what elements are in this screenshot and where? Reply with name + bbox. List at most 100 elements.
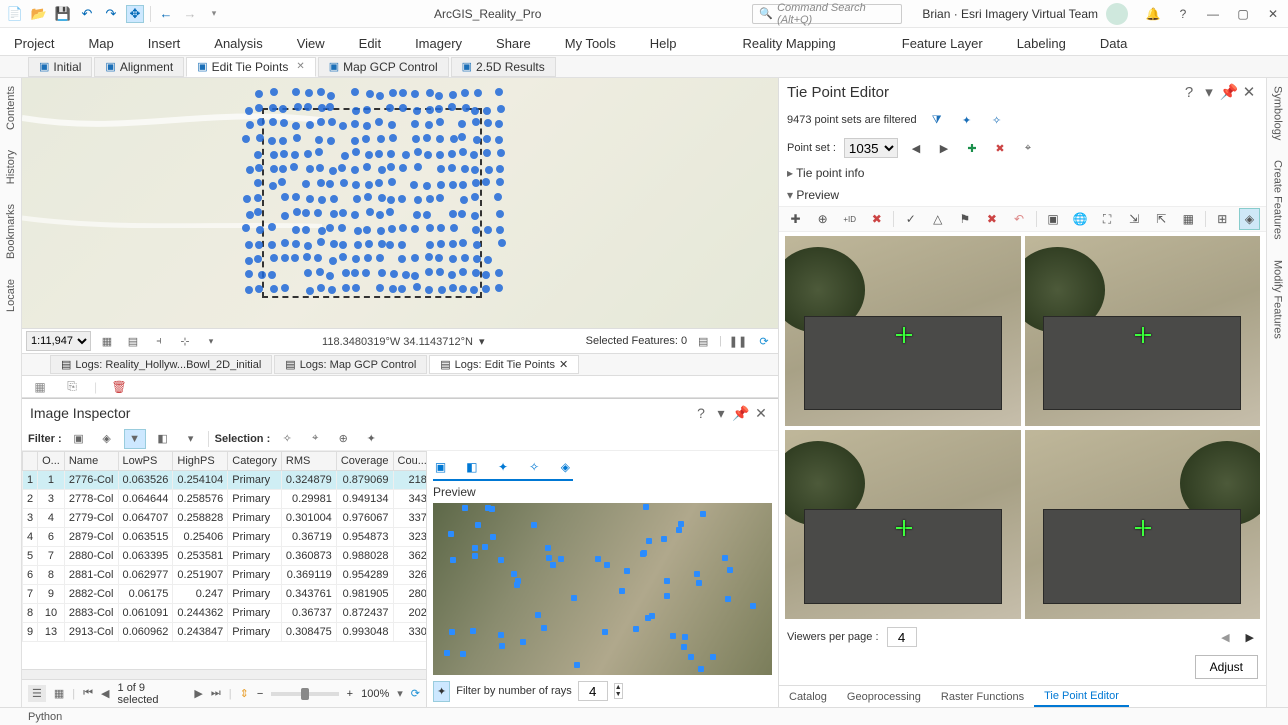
tp-add-all-icon[interactable]: ⊕ [812,208,833,230]
filter-active-icon[interactable]: ▼ [124,429,146,449]
log-tab[interactable]: ▤ Logs: Edit Tie Points ✕ [429,355,579,374]
bottom-tab[interactable]: Raster Functions [931,688,1034,706]
filter-extent-icon[interactable]: ▣ [68,429,90,449]
next-icon[interactable]: ▶ [194,687,202,700]
table-row[interactable]: 462879-Col0.0635150.25406Primary0.367190… [23,528,427,547]
table-row[interactable]: 112776-Col0.0635260.254104Primary0.32487… [23,471,427,490]
adjust-button[interactable]: Adjust [1195,655,1258,679]
tp-grid-icon[interactable]: ▦ [1178,208,1199,230]
add-point-icon[interactable]: ✚ [962,138,982,158]
filter-layer-icon[interactable]: ◧ [152,429,174,449]
ribbon-tab-project[interactable]: Project [8,32,60,55]
first-icon[interactable]: ⏮ [83,687,93,700]
ribbon-tab-my-tools[interactable]: My Tools [559,32,622,55]
h-scrollbar[interactable] [22,669,426,679]
pin-icon[interactable]: 📌 [1220,83,1238,101]
ribbon-tab-imagery[interactable]: Imagery [409,32,468,55]
viewer-1[interactable] [785,236,1021,426]
help-icon[interactable]: ? [1180,83,1198,101]
preview-mode-2-icon[interactable]: ◧ [464,456,479,478]
ribbon-tab-edit[interactable]: Edit [353,32,387,55]
table-row[interactable]: 572880-Col0.0633950.253581Primary0.36087… [23,547,427,566]
view-tab[interactable]: ▣Map GCP Control [318,57,449,77]
tp-undo-icon[interactable]: ↶ [1008,208,1029,230]
undo-icon[interactable]: ↶ [78,5,96,23]
view-tab[interactable]: ▣Edit Tie Points✕ [186,57,316,77]
locate-point-icon[interactable]: ⌖ [1018,138,1038,158]
highlight-icon[interactable]: ⇕ [240,687,249,700]
table-row[interactable]: 792882-Col0.061750.247Primary0.3437610.9… [23,585,427,604]
rays-up-icon[interactable]: ▲ [615,684,622,691]
ribbon-tab-view[interactable]: View [291,32,331,55]
close-tab-icon[interactable]: ✕ [296,61,304,72]
viewer-4[interactable] [1025,430,1261,620]
log-tab[interactable]: ▤ Logs: Reality_Hollyw...Bowl_2D_initial [50,355,272,374]
command-search-input[interactable]: 🔍 Command Search (Alt+Q) [752,4,902,24]
add-filter-icon[interactable]: ✦ [957,110,977,130]
filter-area-icon[interactable]: ◈ [96,429,118,449]
user-label[interactable]: Brian · Esri Imagery Virtual Team [922,7,1098,21]
rail-modify-features[interactable]: Modify Features [1272,260,1284,339]
point-set-select[interactable]: 1035 [844,138,898,158]
bottom-tab[interactable]: Catalog [779,688,837,706]
ribbon-tab-data[interactable]: Data [1094,32,1133,55]
tp-link-icon[interactable]: ▣ [1042,208,1063,230]
preview-toggle[interactable]: Preview [779,184,1266,206]
ribbon-tab-share[interactable]: Share [490,32,537,55]
rail-bookmarks[interactable]: Bookmarks [5,204,17,259]
view-tab[interactable]: ▣Alignment [94,57,184,77]
table-row[interactable]: 232778-Col0.0646440.258576Primary0.29981… [23,490,427,509]
menu-icon[interactable]: ▾ [1200,83,1218,101]
view-tab[interactable]: ▣2.5D Results [451,57,556,77]
last-icon[interactable]: ⏭ [211,687,221,700]
qat-dropdown-icon[interactable]: ▾ [205,5,223,23]
refresh-table-icon[interactable]: ⟳ [411,687,420,700]
help-icon[interactable]: ? [1168,0,1198,28]
rays-down-icon[interactable]: ▼ [615,691,622,698]
language-label[interactable]: Python [28,711,62,723]
table-row[interactable]: 682881-Col0.0629770.251907Primary0.36911… [23,566,427,585]
table-row[interactable]: 8102883-Col0.0610910.244362Primary0.3673… [23,604,427,623]
table-icon[interactable]: ▦ [30,377,50,397]
minimize-icon[interactable]: — [1198,0,1228,28]
delete-point-icon[interactable]: ✖ [990,138,1010,158]
tp-remove-icon[interactable]: ✖ [866,208,887,230]
correction-icon[interactable]: ⊹ [175,331,195,351]
ribbon-tab-insert[interactable]: Insert [142,32,187,55]
maximize-icon[interactable]: ▢ [1228,0,1258,28]
rail-history[interactable]: History [5,150,17,184]
prev-icon[interactable]: ◀ [101,687,109,700]
row-view-icon[interactable]: ☰ [28,685,46,702]
scale-select[interactable]: 1:11,947 [26,331,91,351]
preview-mode-4-icon[interactable]: ✧ [527,456,542,478]
pause-icon[interactable]: ❚❚ [728,331,748,351]
preview-mode-3-icon[interactable]: ✦ [495,456,510,478]
viewers-per-page-input[interactable] [887,627,917,647]
tp-flag-icon[interactable]: ⚑ [954,208,975,230]
tp-delete-icon[interactable]: ✖ [981,208,1002,230]
rays-input[interactable] [578,681,608,701]
close-tab-icon[interactable]: ✕ [559,358,568,371]
ribbon-tab-reality-mapping[interactable]: Reality Mapping [737,32,842,55]
tp-fit-icon[interactable]: ⛶ [1097,208,1118,230]
viewers-prev-icon[interactable]: ◀ [1217,631,1233,644]
pin-icon[interactable]: 📌 [732,404,750,422]
zoom-slider[interactable] [271,692,338,696]
constraint-icon[interactable]: ▦ [97,331,117,351]
new-project-icon[interactable]: 📄 [6,5,24,23]
selection-list-icon[interactable]: ▤ [693,331,713,351]
ribbon-tab-map[interactable]: Map [82,32,119,55]
tp-settings-icon[interactable]: ⊞ [1212,208,1233,230]
save-icon[interactable]: 💾 [54,5,72,23]
ribbon-tab-feature-layer[interactable]: Feature Layer [896,32,989,55]
dropdown-icon[interactable]: ▾ [201,331,221,351]
rays-filter-icon[interactable]: ✦ [433,681,450,702]
filter-menu-icon[interactable]: ▾ [180,429,202,449]
tp-overlay-icon[interactable]: ◈ [1239,208,1260,230]
map-view[interactable] [22,78,778,328]
viewer-2[interactable] [1025,236,1261,426]
filter-icon[interactable]: ⧩ [927,110,947,130]
close-icon[interactable]: ✕ [1258,0,1288,28]
preview-mode-1-icon[interactable]: ▣ [433,456,448,478]
zoom-menu-icon[interactable]: ▾ [397,687,403,700]
